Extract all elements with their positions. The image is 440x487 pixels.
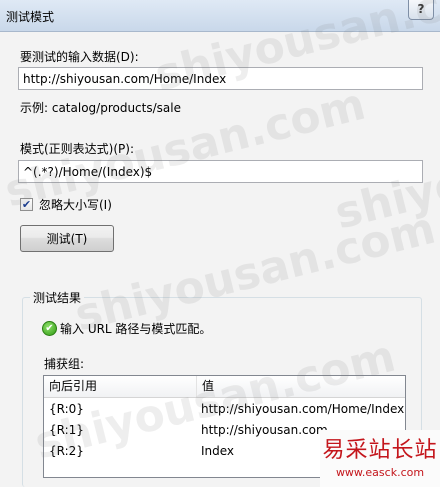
table-row[interactable]: {R:0} http://shiyousan.com/Home/Index [44, 399, 405, 420]
captures-label: 捕获组: [44, 357, 85, 371]
match-status: ✔ 输入 URL 路径与模式匹配。 [42, 320, 211, 337]
match-message: 输入 URL 路径与模式匹配。 [60, 322, 212, 336]
window-title: 测试模式 [6, 10, 55, 24]
results-group-title: 测试结果 [30, 289, 85, 306]
ignore-case-row[interactable]: ✔ 忽略大小写(I) [20, 196, 112, 212]
help-button[interactable]: ? [408, 0, 434, 20]
row-ref: {R:1} [49, 423, 84, 437]
site-logo-url: www.easck.com [335, 466, 425, 479]
test-button[interactable]: 测试(T) [20, 225, 114, 252]
column-header-backref[interactable]: 向后引用 [44, 376, 197, 397]
checkmark-icon: ✔ [21, 197, 32, 211]
input-data-field[interactable] [18, 67, 423, 90]
row-ref: {R:0} [49, 402, 84, 416]
site-logo: 易采站长站 www.easck.com [320, 430, 440, 487]
input-data-label: 要测试的输入数据(D): [20, 50, 139, 64]
row-value: http://shiyousan.com [201, 423, 328, 437]
table-header: 向后引用 值 [44, 376, 405, 398]
pattern-label: 模式(正则表达式)(P): [20, 142, 135, 156]
check-circle-icon: ✔ [42, 321, 57, 336]
column-header-value[interactable]: 值 [197, 376, 405, 397]
row-value: Index [201, 444, 235, 458]
row-value: http://shiyousan.com/Home/Index [201, 402, 405, 416]
site-logo-text: 易采站长站 [322, 438, 438, 463]
ignore-case-checkbox[interactable]: ✔ [20, 197, 33, 211]
row-ref: {R:2} [49, 444, 84, 458]
pattern-field[interactable] [18, 160, 423, 183]
ignore-case-label: 忽略大小写(I) [39, 197, 112, 212]
title-bar: 测试模式 ? [0, 0, 440, 32]
check-glyph-icon: ✔ [45, 322, 54, 334]
example-text: 示例: catalog/products/sale [20, 101, 181, 115]
